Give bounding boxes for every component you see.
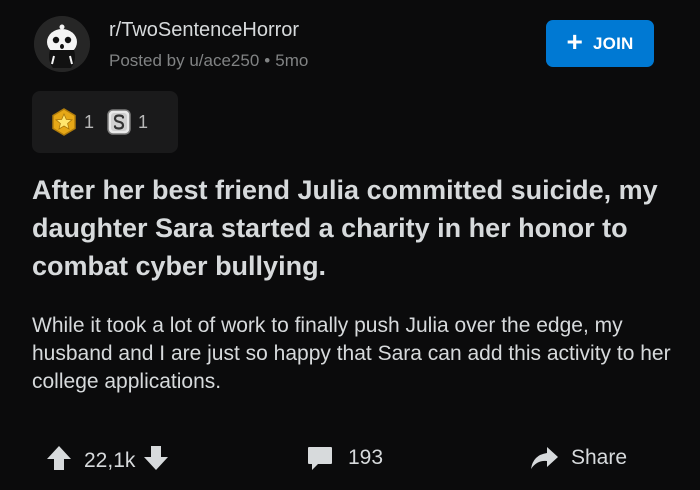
post-age: 5mo: [275, 51, 309, 70]
comment-count: 193: [348, 446, 384, 469]
gold-star-award-icon: [52, 108, 76, 136]
share-button[interactable]: Share: [529, 444, 627, 472]
award-silver[interactable]: 1: [106, 108, 148, 136]
upvote-button[interactable]: [46, 444, 72, 478]
post-title[interactable]: After her best friend Julia committed su…: [32, 171, 672, 285]
plus-icon: +: [566, 26, 584, 57]
award-silver-count: 1: [138, 111, 149, 132]
awards-bar[interactable]: 1 1: [32, 91, 178, 153]
share-arrow-icon: [531, 447, 558, 469]
upvote-arrow-icon: [47, 446, 71, 470]
post-body: While it took a lot of work to finally p…: [32, 314, 671, 393]
vote-count: 22,1k: [84, 449, 136, 472]
meta-separator: •: [264, 51, 271, 70]
comments-button[interactable]: 193: [306, 444, 383, 472]
join-button-label: JOIN: [593, 33, 634, 53]
award-gold-count: 1: [84, 111, 95, 132]
comment-bubble-icon: [308, 447, 332, 470]
subreddit-name[interactable]: r/TwoSentenceHorror: [109, 19, 299, 42]
subreddit-avatar[interactable]: [34, 16, 90, 72]
vote-group: 22,1k: [46, 444, 169, 478]
post-actions-bar: 22,1k 193 Share: [0, 438, 700, 482]
join-button[interactable]: + JOIN: [546, 20, 654, 67]
award-gold[interactable]: 1: [50, 108, 94, 136]
share-label: Share: [571, 446, 628, 469]
ghost-mascot-icon: [34, 16, 90, 72]
post-meta: Posted by u/ace250 • 5mo: [109, 51, 308, 71]
post-author[interactable]: Posted by u/ace250: [109, 51, 259, 70]
downvote-button[interactable]: [143, 444, 169, 478]
downvote-arrow-icon: [144, 446, 169, 470]
silver-s-award-icon: [107, 109, 131, 135]
